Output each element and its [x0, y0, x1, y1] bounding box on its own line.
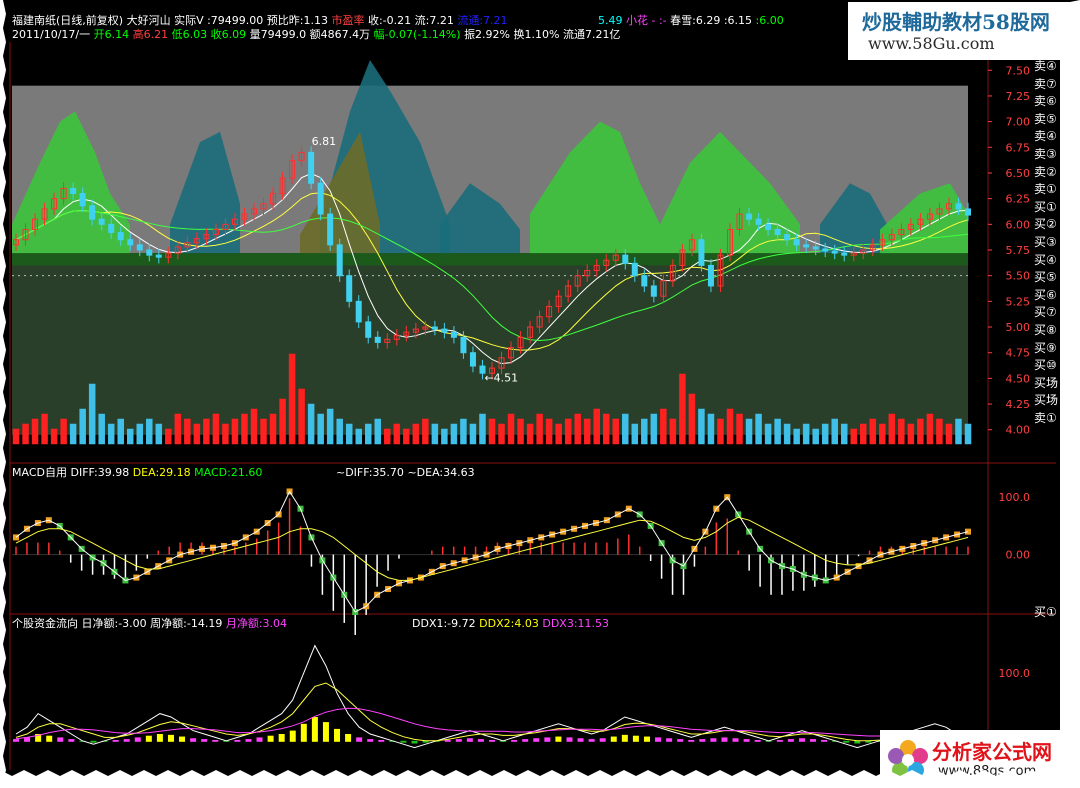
torn-edge-piece	[1056, 0, 1080, 788]
torn-edge-piece	[0, 0, 6, 788]
torn-edge-piece	[0, 770, 1080, 788]
chart-window: 福建南纸(日线,前复权) 大好河山 实际V :79499.00 预比昨:1.13…	[0, 0, 1080, 788]
torn-paper-edge	[0, 0, 1080, 788]
